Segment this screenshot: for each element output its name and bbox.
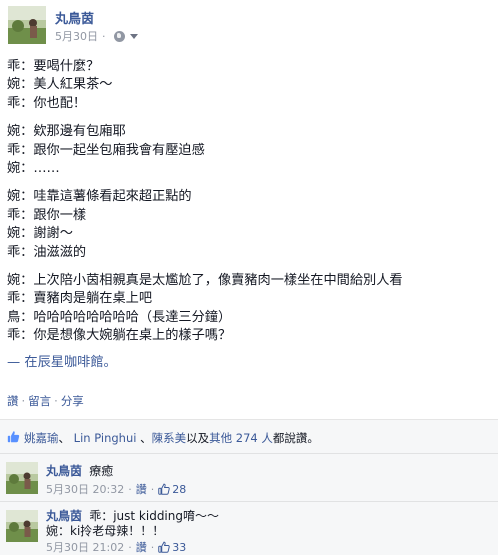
facebook-post: 丸鳥茵 5月30日 · 乖：要喝什麼？ 婉：美人紅果茶～ 乖：你也配！ 婉：欸那… [0, 0, 498, 555]
comment-time[interactable]: 5月30日 20:32 [46, 481, 124, 497]
likes-text: 姚嘉瑜、 Lin Pinghui 、陳系美以及其他 274 人都說讚。 [24, 430, 319, 446]
commenter-avatar[interactable] [6, 462, 38, 494]
post-line: 鳥：哈哈哈哈哈哈哈哈（長達三分鐘） [7, 309, 232, 325]
comment-like-button[interactable]: 讚 [136, 481, 147, 497]
liker-separator: 、 [58, 431, 71, 445]
post-body: 乖：要喝什麼？ 婉：美人紅果茶～ 乖：你也配！ 婉：欸那邊有包廂耶 乖：跟你一起… [7, 58, 491, 372]
likes-middle: 以及 [186, 431, 210, 445]
liker-name[interactable]: 姚嘉瑜 [24, 431, 59, 445]
comment-like-count[interactable]: 33 [172, 541, 186, 554]
comment-like-button[interactable]: 讚 [136, 539, 147, 555]
comment-meta: 5月30日 21:02 · 讚 · 33 [46, 539, 186, 555]
meta-separator: · [150, 540, 155, 554]
globe-icon[interactable] [113, 30, 125, 42]
comment-item: 丸鳥茵 療癒 5月30日 20:32 · 讚 · 28 [0, 453, 498, 501]
post-line: 婉：哇靠這薯條看起來超正點的 [7, 189, 192, 205]
comment-meta: 5月30日 20:32 · 讚 · 28 [46, 481, 186, 497]
likes-others-link[interactable]: 其他 274 人 [209, 431, 273, 445]
comment-item: 丸鳥茵 乖：just kidding唷～～ 婉：ki拎老母辣！！！ 5月30日 … [0, 501, 498, 555]
meta-separator: · [102, 29, 106, 43]
post-line: 婉：欸那邊有包廂耶 [7, 124, 126, 140]
liker-name[interactable]: 陳系美 [152, 431, 187, 445]
comment-time[interactable]: 5月30日 21:02 [46, 539, 124, 555]
thumbs-up-icon [158, 483, 170, 495]
post-meta: 5月30日 · [55, 28, 138, 44]
commenter-name[interactable]: 丸鳥茵 [46, 464, 82, 478]
post-line: 婉：美人紅果茶～ [7, 77, 113, 93]
commenter-avatar[interactable] [6, 510, 38, 542]
author-avatar[interactable] [8, 6, 46, 44]
like-button[interactable]: 讚 [7, 394, 19, 408]
comment-text-line: 婉：ki拎老母辣！！！ [46, 524, 165, 538]
liker-name[interactable]: Lin Pinghui [74, 431, 137, 445]
meta-separator: · [150, 482, 155, 496]
post-line: 乖：油滋滋的 [7, 244, 87, 260]
comment-text: 療癒 [89, 464, 114, 478]
post-actions: 讚 · 留言 · 分享 [7, 393, 84, 409]
commenter-name[interactable]: 丸鳥茵 [46, 509, 82, 523]
post-line: 乖：跟你一起坐包廂我會有壓迫感 [7, 142, 205, 158]
post-line: 乖：要喝什麼？ [7, 59, 100, 74]
post-line: 乖：你是想像大婉躺在桌上的樣子嗎？ [7, 328, 232, 344]
thumbs-up-icon [7, 429, 20, 443]
post-header: 丸鳥茵 5月30日 · [8, 6, 488, 48]
post-location[interactable]: — 在辰星咖啡館。 [7, 354, 491, 372]
chevron-down-icon[interactable] [129, 33, 138, 39]
commenter-name-row: 丸鳥茵 療癒 [46, 462, 113, 479]
post-line: 乖：賣豬肉是躺在桌上吧 [7, 291, 153, 307]
liker-separator: 、 [140, 431, 152, 445]
post-line: 婉：上次陪小茵相親真是太尷尬了，像賣豬肉一樣坐在中間給別人看 [7, 273, 403, 289]
meta-separator: · [128, 482, 132, 496]
post-line: 婉：…… [7, 161, 60, 177]
comment-like-count[interactable]: 28 [172, 483, 186, 496]
post-line: 乖：你也配！ [7, 95, 87, 111]
post-author-name[interactable]: 丸鳥茵 [55, 8, 94, 27]
share-button[interactable]: 分享 [61, 394, 84, 408]
meta-separator: · [128, 540, 132, 554]
thumbs-up-icon [158, 541, 170, 553]
post-line: 婉：謝謝～ [7, 226, 73, 242]
post-line: 乖：跟你一樣 [7, 207, 87, 223]
post-date[interactable]: 5月30日 [55, 28, 98, 44]
comment-text: 乖：just kidding唷～～ [89, 509, 219, 523]
comment-button[interactable]: 留言 [28, 394, 51, 408]
action-separator: · [54, 394, 58, 408]
comments-section: 丸鳥茵 療癒 5月30日 20:32 · 讚 · 28 丸鳥茵 乖：just k… [0, 453, 498, 555]
likes-suffix: 都說讚。 [272, 431, 319, 445]
action-separator: · [21, 394, 26, 408]
likes-summary: 姚嘉瑜、 Lin Pinghui 、陳系美以及其他 274 人都說讚。 [0, 419, 498, 453]
